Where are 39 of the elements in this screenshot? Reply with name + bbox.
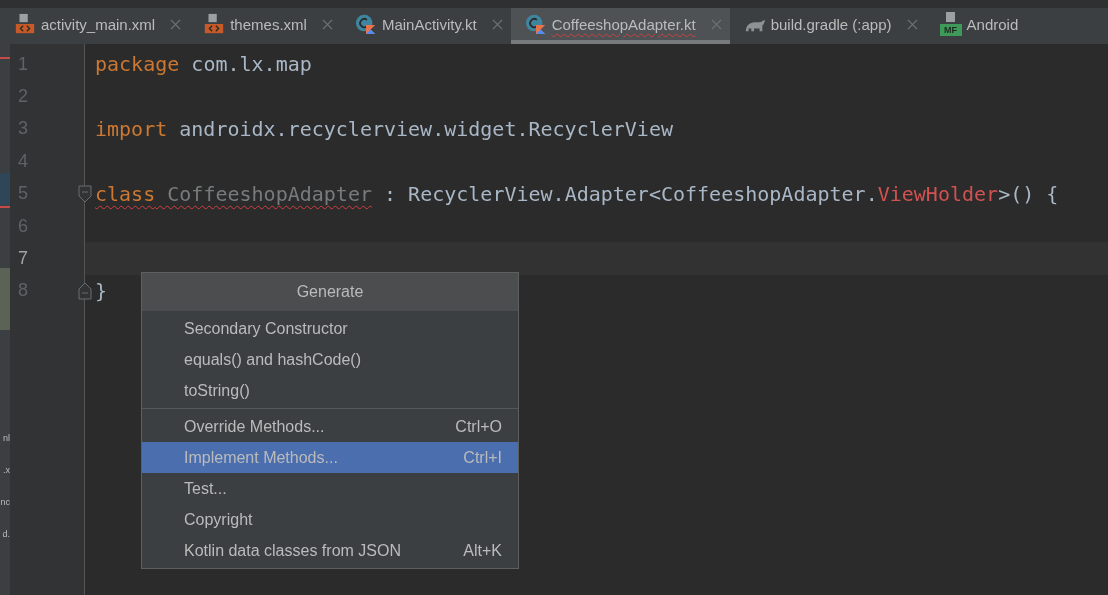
close-icon[interactable] bbox=[321, 18, 333, 30]
xml-file-icon bbox=[14, 13, 36, 35]
fold-icon[interactable] bbox=[78, 281, 92, 300]
editor-tab[interactable]: build.gradle (:app) bbox=[729, 8, 926, 44]
code-line: import androidx.recyclerview.widget.RecyclerView bbox=[94, 116, 673, 141]
menu-item[interactable]: Copyright bbox=[142, 504, 518, 535]
kotlin-class-icon bbox=[354, 13, 377, 35]
code-line: } bbox=[94, 278, 108, 303]
menu-item[interactable]: equals() and hashCode() bbox=[142, 344, 518, 375]
editor-tab[interactable]: CoffeeshopAdapter.kt bbox=[510, 8, 730, 44]
editor-tab[interactable]: MainActivity.kt bbox=[340, 8, 511, 44]
panel-text: nc bbox=[0, 497, 10, 507]
kotlin-class-icon bbox=[524, 13, 547, 35]
error-marker bbox=[0, 206, 10, 208]
editor-tab[interactable]: MF Android bbox=[925, 8, 1027, 44]
xml-file-icon bbox=[203, 13, 226, 35]
menu-item[interactable]: Test... bbox=[142, 473, 518, 504]
menu-item[interactable]: toString() bbox=[142, 375, 518, 406]
close-icon[interactable] bbox=[906, 18, 918, 30]
fold-icon[interactable] bbox=[78, 184, 92, 203]
code-line: class CoffeeshopAdapter : RecyclerView.Adapter<CoffeeshopAdapter.ViewHolder>() { bbox=[94, 181, 1059, 206]
panel-text: nl bbox=[3, 433, 10, 443]
menu-item[interactable]: Kotlin data classes from JSON Alt+K bbox=[142, 535, 518, 566]
error-marker bbox=[0, 57, 10, 59]
menu-item[interactable]: Override Methods... Ctrl+O bbox=[142, 411, 518, 442]
manifest-file-icon: MF bbox=[939, 12, 962, 36]
selection-marker bbox=[0, 173, 10, 205]
panel-text: .x bbox=[3, 465, 10, 475]
editor-tab[interactable]: activity_main.xml bbox=[0, 8, 190, 44]
close-icon[interactable] bbox=[710, 18, 722, 30]
menu-item[interactable]: Secondary Constructor bbox=[142, 313, 518, 344]
close-icon[interactable] bbox=[170, 18, 182, 30]
close-icon[interactable] bbox=[491, 18, 503, 30]
code-line: package com.lx.map bbox=[94, 52, 312, 77]
line-number: 7 bbox=[17, 248, 28, 270]
panel-text: d. bbox=[2, 529, 10, 539]
change-marker bbox=[0, 268, 10, 330]
popup-header: Generate bbox=[142, 273, 518, 311]
editor-tab[interactable]: themes.xml bbox=[189, 8, 341, 44]
